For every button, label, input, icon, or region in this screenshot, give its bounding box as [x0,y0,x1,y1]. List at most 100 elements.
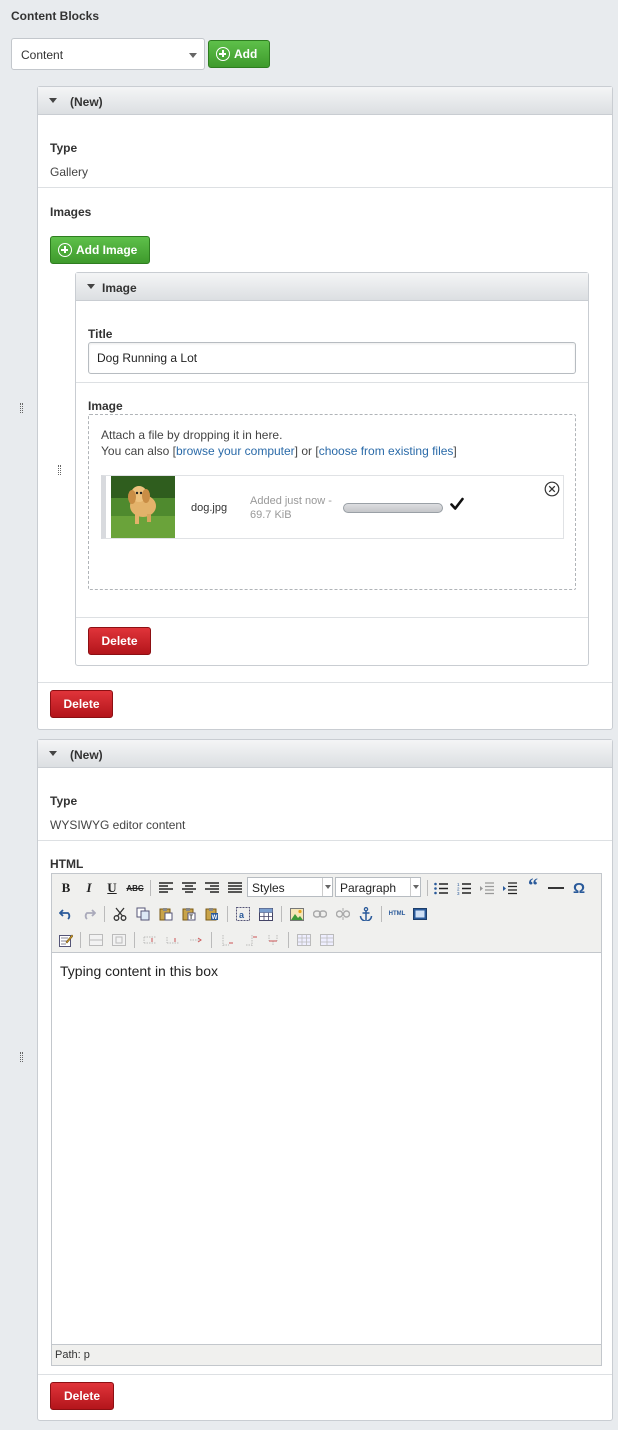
horizontal-rule-icon[interactable] [547,879,565,897]
paste-text-icon[interactable]: T [180,905,198,923]
delete-image-button[interactable]: Delete [88,627,151,655]
fullscreen-icon[interactable] [411,905,429,923]
table-icon[interactable] [257,905,275,923]
col-before-icon[interactable] [218,931,236,949]
remove-file-icon[interactable] [544,481,560,497]
title-input-value: Dog Running a Lot [97,351,198,365]
title-input[interactable]: Dog Running a Lot [88,342,576,374]
format-select[interactable]: Paragraph [335,877,421,897]
add-image-button[interactable]: Add Image [50,236,150,264]
drag-handle-block1[interactable] [20,403,23,413]
editor-statusbar: Path: p [52,1344,601,1365]
strikethrough-button[interactable]: ABC [126,879,144,897]
copy-icon[interactable] [134,905,152,923]
block-header[interactable]: (New) [38,87,612,115]
unlink-icon[interactable] [334,905,352,923]
bold-button[interactable]: B [57,879,75,897]
styles-select[interactable]: Styles [247,877,333,897]
paste-word-icon[interactable]: W [203,905,221,923]
cut-icon[interactable] [111,905,129,923]
delete-row-icon[interactable] [187,931,205,949]
add-image-label: Add Image [76,243,138,257]
row-before-icon[interactable] [141,931,159,949]
choose-existing-files-link[interactable]: choose from existing files [319,444,454,458]
insert-image-icon[interactable] [288,905,306,923]
underline-button[interactable]: U [103,879,121,897]
svg-text:W: W [212,915,218,921]
row-after-icon[interactable] [164,931,182,949]
align-left-icon[interactable] [157,879,175,897]
collapse-triangle-icon[interactable] [87,284,95,289]
delete-col-icon[interactable] [264,931,282,949]
editor-path: Path: p [55,1349,90,1361]
outdent-icon[interactable] [478,879,496,897]
image-panel-title: Image [102,281,137,295]
select-all-icon[interactable]: a [234,905,252,923]
italic-button[interactable]: I [80,879,98,897]
type-label: Type [50,141,78,155]
format-select-value: Paragraph [340,881,397,895]
block-type-select-value: Content [21,48,64,62]
paste-icon[interactable] [157,905,175,923]
block-type-select[interactable]: Content [11,38,205,70]
styles-select-value: Styles [252,881,285,895]
chevron-down-icon [325,885,331,889]
merge-cells-icon[interactable] [110,931,128,949]
svg-text:3: 3 [457,891,460,895]
indent-icon[interactable] [501,879,519,897]
toolbar-separator [80,932,81,948]
delete-block-button[interactable]: Delete [50,1382,114,1410]
checkmark-icon [450,497,464,510]
collapse-triangle-icon[interactable] [49,751,57,756]
html-label: HTML [50,857,84,871]
block-title: (New) [70,748,103,762]
dropzone-options: You can also [browse your computer] or [… [101,444,457,458]
file-status: Added just now - [250,495,332,507]
col-after-icon[interactable] [241,931,259,949]
toolbar-separator [134,932,135,948]
redo-icon[interactable] [80,905,98,923]
editor-text: Typing content in this box [60,963,218,979]
plus-circle-icon [216,47,230,61]
align-center-icon[interactable] [180,879,198,897]
html-source-button[interactable]: HTML [385,905,409,923]
divider [38,187,612,188]
divider [76,382,588,383]
edit-css-icon[interactable] [57,931,75,949]
images-label: Images [50,205,92,219]
insert-link-icon[interactable] [311,905,329,923]
toolbar-separator [281,906,282,922]
file-size: 69.7 KiB [250,509,292,521]
dropzone-text-suffix: ] [453,444,457,458]
align-justify-icon[interactable] [226,879,244,897]
toolbar-separator [150,880,151,896]
numbered-list-icon[interactable]: 123 [455,879,473,897]
wysiwyg-editor: B I U ABC Styles Paragraph 1 2 3 “ Ω T W… [51,873,602,1366]
content-block-gallery: (New) Type Gallery Images Add Image Imag… [37,86,613,730]
anchor-icon[interactable] [357,905,375,923]
table-props-icon[interactable] [318,931,336,949]
divider [38,682,612,683]
insert-row-icon[interactable] [87,931,105,949]
file-dropzone[interactable]: Attach a file by dropping it in here. Yo… [88,414,576,590]
split-cells-icon[interactable] [295,931,313,949]
block-header[interactable]: (New) [38,740,612,768]
editor-content-area[interactable]: Typing content in this box [52,954,601,1343]
delete-block-button[interactable]: Delete [50,690,113,718]
drag-handle-image[interactable] [58,465,61,475]
drag-handle-block2[interactable] [20,1052,23,1062]
add-block-button[interactable]: Add [208,40,270,68]
collapse-triangle-icon[interactable] [49,98,57,103]
special-character-icon[interactable]: Ω [570,879,588,897]
browse-computer-link[interactable]: browse your computer [176,444,295,458]
blockquote-icon[interactable]: “ [524,875,542,897]
plus-circle-icon [58,243,72,257]
chevron-down-icon [189,53,197,58]
bullet-list-icon[interactable] [432,879,450,897]
dropzone-text-prefix: You can also [ [101,444,176,458]
align-right-icon[interactable] [203,879,221,897]
upload-progress-bar [343,503,443,513]
divider [76,617,588,618]
undo-icon[interactable] [57,905,75,923]
image-panel-header[interactable]: Image [76,273,588,301]
